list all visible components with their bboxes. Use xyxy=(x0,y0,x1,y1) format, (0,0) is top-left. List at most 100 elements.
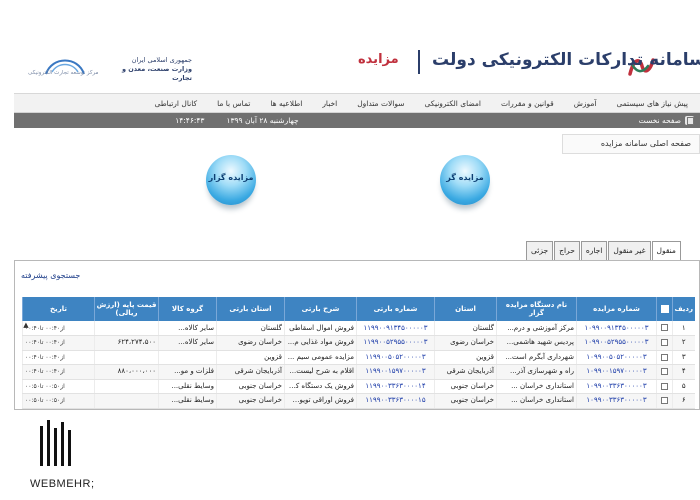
org-name-cell: پردیس شهید هاشمی... xyxy=(496,335,577,351)
col-org: نام دستگاه مزایده گزار xyxy=(496,297,577,321)
emblem-caption: مرکز توسعه تجارت الکترونیکی xyxy=(28,70,99,76)
table-row[interactable]: ۴ ۱۰۹۹۰۰۱۵۹۷۰۰۰۰۰۳ راه و شهرسازی آذر... آذر… xyxy=(22,364,695,380)
nav-channel[interactable]: کانال ارتباطی xyxy=(154,99,197,108)
row-checkbox[interactable] xyxy=(661,368,668,375)
row-checkbox[interactable] xyxy=(661,382,668,390)
auctioneer-button[interactable]: مزایده گزار xyxy=(206,155,256,205)
row-checkbox-cell xyxy=(656,335,673,351)
col-row: ردیف xyxy=(672,297,695,321)
time-cell: از۰۰:۵۰ تا۰۰:۵۰ xyxy=(22,393,95,409)
table-row[interactable]: ۳ ۱۰۹۹۰۰۵۰۵۲۰۰۰۰۰۳ شهرداری آبگرم است... قزو… xyxy=(22,350,695,365)
party-province-cell: قزوین xyxy=(216,350,285,365)
col-province: استان xyxy=(434,297,497,321)
base-price-cell xyxy=(94,379,159,394)
party-number-cell[interactable]: ۱۱۹۹۰۰۹۱۳۴۵۰۰۰۰۰۳ xyxy=(356,321,435,336)
org-name-cell: راه و شهرسازی آذر... xyxy=(496,364,577,380)
tab-partial[interactable]: جزئی xyxy=(526,241,554,260)
row-number-cell: ۳ xyxy=(672,350,695,365)
nav-e-signature[interactable]: امضای الکترونیکی xyxy=(425,99,481,108)
nav-training[interactable]: آموزش xyxy=(574,99,597,108)
goods-group-cell: وسایط نقلی... xyxy=(158,379,217,394)
ministry-name: جمهوری اسلامی ایران وزارت صنعت، معدن و ت… xyxy=(100,56,192,83)
goods-group-cell: سایر کالاه... xyxy=(158,335,217,351)
party-number-cell[interactable]: ۱۱۹۹۰۰۳۳۶۳۰۰۰۰۱۴ xyxy=(356,379,435,394)
party-number-cell[interactable]: ۱۱۹۹۰۰۱۵۹۷۰۰۰۰۰۳ xyxy=(356,364,435,380)
bidder-label: مزایده گر xyxy=(446,173,484,182)
row-checkbox[interactable] xyxy=(661,324,668,332)
row-checkbox-cell xyxy=(656,393,673,409)
auction-number-cell[interactable]: ۱۰۹۹۰۰۹۱۳۴۵۰۰۰۰۰۳ xyxy=(576,321,657,336)
row-checkbox[interactable] xyxy=(661,339,668,346)
advanced-search-link[interactable]: جستجوی پیشرفته xyxy=(21,271,80,280)
site-title: سامانه تدارکات الکترونیکی دولت xyxy=(432,50,700,70)
table-row[interactable]: ۲ ۱۰۹۹۰۰۵۲۹۵۵۰۰۰۰۰۳ پردیس شهید هاشمی... خرا… xyxy=(22,335,695,351)
party-number-cell[interactable]: ۱۱۹۹۰۰۳۳۶۳۰۰۰۰۱۵ xyxy=(356,393,435,409)
auction-number-cell[interactable]: ۱۰۹۹۰۰۵۰۵۲۰۰۰۰۰۳ xyxy=(576,350,657,365)
row-number-cell: ۱ xyxy=(672,321,695,336)
party-desc-cell: فروش اوراقی تویوت... xyxy=(284,393,357,409)
party-number-cell[interactable]: ۱۱۹۹۰۰۵۲۹۵۵۰۰۰۰۰۳ xyxy=(356,335,435,351)
table-header-row: ردیف شماره مزایده نام دستگاه مزایده گزار… xyxy=(22,297,695,321)
category-tabs: منقول غیر منقول اجاره حراج جزئی xyxy=(526,241,681,260)
breadcrumb: صفحه اصلی سامانه مزایده xyxy=(562,134,700,154)
row-checkbox[interactable] xyxy=(661,353,668,361)
party-desc-cell: اقلام به شرح لیست... xyxy=(284,364,357,380)
table-row[interactable]: ۱ ۱۰۹۹۰۰۹۱۳۴۵۰۰۰۰۰۳ مرکز آموزشی و درم... گل… xyxy=(22,321,695,336)
province-cell: قزوین xyxy=(434,350,497,365)
table-body: ۱ ۱۰۹۹۰۰۹۱۳۴۵۰۰۰۰۰۳ مرکز آموزشی و درم... گل… xyxy=(22,321,695,409)
goods-group-cell: وسایط نقلی... xyxy=(158,393,217,409)
province-cell: آذربایجان شرقی xyxy=(434,364,497,380)
party-province-cell: خراسان جنوبی xyxy=(216,393,285,409)
auction-number-cell[interactable]: ۱۰۹۹۰۰۱۵۹۷۰۰۰۰۰۳ xyxy=(576,364,657,380)
base-price-cell: ۸۸۰،۰۰۰،۰۰۰ xyxy=(94,364,159,380)
col-party-no: شماره بارتی xyxy=(356,297,435,321)
province-cell: خراسان جنوبی xyxy=(434,379,497,394)
nav-faq[interactable]: سوالات متداول xyxy=(357,99,404,108)
col-goods-group: گروه کالا xyxy=(158,297,217,321)
ecommerce-emblem-icon xyxy=(45,59,85,75)
table-row[interactable]: ۶ ۱۰۹۹۰۰۳۳۶۳۰۰۰۰۰۳ استانداری خراسان ... خرا… xyxy=(22,393,695,409)
tab-immovable[interactable]: غیر منقول xyxy=(608,241,651,260)
tab-auction[interactable]: حراج xyxy=(554,241,580,260)
party-number-cell[interactable]: ۱۱۹۹۰۰۵۰۵۲۰۰۰۰۰۳ xyxy=(356,350,435,365)
row-checkbox-cell xyxy=(656,321,673,336)
col-auction-no: شماره مزایده xyxy=(576,297,657,321)
home-icon[interactable] xyxy=(685,116,694,125)
tab-rent[interactable]: اجاره xyxy=(580,241,608,260)
nav-announcements[interactable]: اطلاعیه ها xyxy=(270,99,302,108)
row-checkbox[interactable] xyxy=(661,397,668,404)
nav-news[interactable]: اخبار xyxy=(322,99,337,108)
party-desc-cell: فروش یک دستگاه کم... xyxy=(284,379,357,394)
row-checkbox-cell xyxy=(656,350,673,365)
table-row[interactable]: ۵ ۱۰۹۹۰۰۳۳۶۳۰۰۰۰۰۳ استانداری خراسان ... خرا… xyxy=(22,379,695,394)
auction-number-cell[interactable]: ۱۰۹۹۰۰۵۲۹۵۵۰۰۰۰۰۳ xyxy=(576,335,657,351)
watermark-bar xyxy=(40,426,43,466)
goods-group-cell xyxy=(158,350,217,365)
col-base-price: قیمت پایه (ارزش ریالی) xyxy=(94,297,159,321)
party-province-cell: آذربایجان شرقی xyxy=(216,364,285,380)
row-number-cell: ۴ xyxy=(672,364,695,380)
main-content: صفحه اصلی سامانه مزایده مزایده گر مزایده… xyxy=(14,128,700,410)
row-number-cell: ۶ xyxy=(672,393,695,409)
ministry-line-2: وزارت صنعت، معدن و تجارت xyxy=(121,65,192,82)
base-price-cell xyxy=(94,393,159,409)
select-all-checkbox[interactable] xyxy=(660,305,669,313)
tab-movable[interactable]: منقول xyxy=(651,241,681,260)
site-subtitle: مزایده xyxy=(358,52,399,67)
base-price-cell: ۶۲۴،۲۷۴،۵۰۰ xyxy=(94,335,159,351)
bidder-button[interactable]: مزایده گر xyxy=(440,155,490,205)
site-header: سامانه تدارکات الکترونیکی دولت مزایده جم… xyxy=(14,42,700,94)
nav-prerequisites[interactable]: پیش نیاز های سیستمی xyxy=(616,99,688,108)
nav-laws[interactable]: قوانین و مقررات xyxy=(501,99,554,108)
col-select xyxy=(656,297,673,321)
auction-number-cell[interactable]: ۱۰۹۹۰۰۳۳۶۳۰۰۰۰۰۳ xyxy=(576,379,657,394)
auctions-table: ردیف شماره مزایده نام دستگاه مزایده گزار… xyxy=(22,297,695,409)
party-province-cell: خراسان جنوبی xyxy=(216,379,285,394)
home-link[interactable]: صفحه نخست xyxy=(639,116,681,125)
time-cell: از۰۰:۴۰ تا۰۰:۴۰ xyxy=(22,350,95,365)
nav-contact[interactable]: تماس با ما xyxy=(217,99,250,108)
province-cell: خراسان جنوبی xyxy=(434,393,497,409)
col-date: تاریخ xyxy=(22,297,95,321)
current-date: چهارشنبه ۲۸ آبان ۱۳۹۹ xyxy=(226,116,299,125)
auction-number-cell[interactable]: ۱۰۹۹۰۰۳۳۶۳۰۰۰۰۰۳ xyxy=(576,393,657,409)
